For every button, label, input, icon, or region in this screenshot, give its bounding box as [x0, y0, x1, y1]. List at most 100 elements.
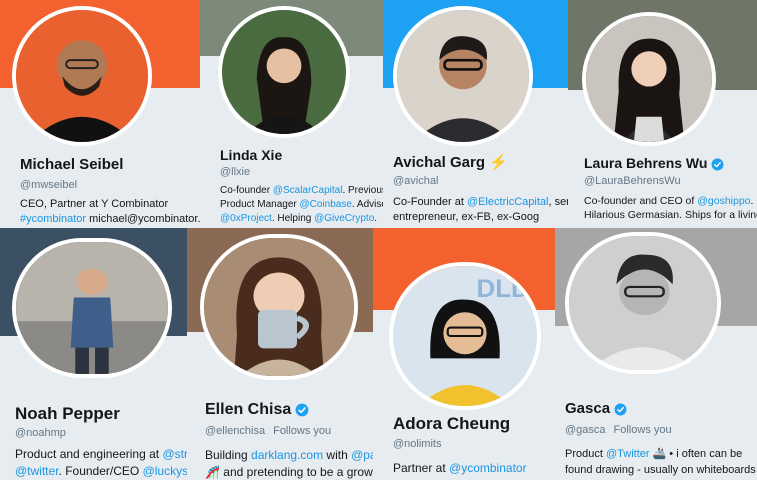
- profile-card-noah[interactable]: Noah Pepper @noahmp Product and engineer…: [0, 228, 187, 480]
- avatar[interactable]: [12, 6, 152, 146]
- bio-line: Product Manager @Coinbase. Advisor: [220, 198, 383, 212]
- profile-name[interactable]: Gasca: [565, 400, 627, 417]
- profile-card-adora[interactable]: DLD Adora Cheung @nolimits Partner at @y…: [373, 228, 555, 480]
- mention-link[interactable]: @stripe: [162, 447, 187, 461]
- profile-handle[interactable]: @llxie: [220, 166, 250, 178]
- handle-text[interactable]: @gasca: [565, 424, 606, 436]
- follows-you-badge: Follows you: [273, 425, 332, 437]
- mention-link[interactable]: @goshippo: [697, 195, 750, 207]
- profile-handle[interactable]: @avichal: [393, 175, 438, 187]
- bio-text: Product Manager: [220, 199, 300, 210]
- handle-text[interactable]: @avichal: [393, 175, 438, 187]
- profile-name[interactable]: Noah Pepper: [15, 404, 120, 424]
- handle-text[interactable]: @llxie: [220, 166, 250, 178]
- bio-line: CEO, Partner at Y Combinator: [20, 198, 169, 210]
- profile-card-michael[interactable]: Michael Seibel @mwseibel CEO, Partner at…: [0, 0, 200, 228]
- bio-text: Product: [565, 448, 606, 460]
- mention-link[interactable]: @ScalarCapital: [273, 185, 343, 196]
- handle-text[interactable]: @LauraBehrensWu: [584, 175, 681, 187]
- mention-link[interactable]: @twitter: [15, 464, 59, 478]
- bio-line: Hilarious Germasian. Ships for a living.: [584, 209, 757, 221]
- profile-handle[interactable]: @ellenchisa Follows you: [205, 425, 331, 437]
- hashtag-link[interactable]: #ycombinator: [20, 213, 86, 225]
- avatar[interactable]: [12, 238, 172, 378]
- bio-text: Partner at: [393, 461, 450, 475]
- avatar[interactable]: [393, 6, 533, 146]
- mention-link[interactable]: @ElectricCapital: [467, 196, 548, 208]
- name-text[interactable]: Gasca: [565, 400, 610, 417]
- profile-name[interactable]: Linda Xie: [220, 147, 282, 163]
- mention-link[interactable]: @luckysort: [143, 464, 187, 478]
- profile-card-ellen[interactable]: Ellen Chisa @ellenchisa Follows you Build…: [187, 228, 373, 480]
- website-link[interactable]: darklang.com: [251, 448, 323, 462]
- verified-badge-icon: [614, 403, 627, 415]
- mention-link[interactable]: @0xProject: [220, 213, 272, 224]
- bio-text: .: [750, 195, 754, 207]
- avatar[interactable]: [582, 12, 716, 146]
- bio-text: . Helping: [271, 213, 315, 224]
- mention-link[interactable]: @Twitter: [606, 448, 650, 460]
- follows-you-badge: Follows you: [613, 424, 672, 436]
- mention-link[interactable]: @paulb: [351, 448, 373, 462]
- profile-bio: Partner at @ycombinator: [393, 460, 527, 477]
- mention-link[interactable]: @Coinbase: [300, 199, 352, 210]
- name-text[interactable]: Avichal Garg: [393, 154, 485, 171]
- bio-text: Co-founder: [220, 185, 273, 196]
- bio-text: with: [323, 448, 352, 462]
- profile-card-laura[interactable]: Laura Behrens Wu @LauraBehrensWu Co-foun…: [568, 0, 757, 228]
- bio-line: Co-founder @ScalarCapital. Previously: [220, 184, 383, 198]
- roller-coaster-icon: 🎢: [205, 465, 220, 479]
- bio-line: entrepreneur, ex-FB, ex-Goog: [393, 211, 540, 223]
- handle-text[interactable]: @noahmp: [15, 427, 66, 439]
- bio-text: and pretending to be a grownup: [223, 465, 373, 479]
- lightning-icon: ⚡: [488, 154, 508, 171]
- profile-name[interactable]: Adora Cheung: [393, 414, 510, 434]
- mention-link[interactable]: @GiveCrypto: [314, 213, 374, 224]
- avatar[interactable]: [200, 234, 358, 380]
- avatar[interactable]: DLD: [389, 262, 541, 410]
- bio-text: . Founder/CEO: [58, 464, 143, 478]
- avatar[interactable]: [565, 232, 721, 374]
- bio-text: . Advisor: [351, 199, 383, 210]
- profile-card-avichal[interactable]: Avichal Garg ⚡ @avichal Co-Founder at @El…: [383, 0, 568, 228]
- bio-line: Product @Twitter 🚢 • i often can be: [565, 446, 756, 462]
- profile-handle[interactable]: @nolimits: [393, 438, 441, 450]
- ship-icon: 🚢: [652, 448, 667, 460]
- bio-text: , serial: [548, 196, 568, 208]
- handle-text[interactable]: @nolimits: [393, 438, 441, 450]
- bio-line: #ycombinator michael@ycombinator.com: [20, 212, 200, 227]
- profile-handle[interactable]: @noahmp: [15, 427, 66, 439]
- verified-badge-icon: [711, 158, 724, 171]
- profile-name[interactable]: Michael Seibel: [20, 156, 123, 173]
- bio-line: Building darklang.com with @paulb: [205, 447, 373, 464]
- profile-bio: Co-founder @ScalarCapital. Previously Pr…: [220, 184, 383, 226]
- bio-text: Co-Founder at: [393, 196, 467, 208]
- profile-card-gasca[interactable]: Gasca @gasca Follows you Product @Twitter…: [555, 228, 757, 480]
- handle-text[interactable]: @ellenchisa: [205, 425, 265, 437]
- bio-line: Product and engineering at @stripe.: [15, 446, 187, 463]
- bio-text: Co-founder and CEO of: [584, 195, 698, 207]
- profile-handle[interactable]: @mwseibel: [20, 179, 77, 191]
- handle-text[interactable]: @mwseibel: [20, 179, 77, 191]
- avatar[interactable]: [218, 6, 350, 138]
- bio-text: michael@ycombinator.com: [89, 213, 200, 225]
- profile-name[interactable]: Avichal Garg ⚡: [393, 153, 508, 171]
- profile-bio: Co-founder and CEO of @goshippo. Hilario…: [584, 194, 757, 222]
- bio-line: found drawing - usually on whiteboards: [565, 464, 756, 476]
- bio-line: @twitter. Founder/CEO @luckysort: [15, 463, 187, 480]
- profile-bio: Building darklang.com with @paulb 🎢 and …: [205, 447, 373, 480]
- bio-line: 🎢 and pretending to be a grownup: [205, 464, 373, 480]
- profile-card-linda[interactable]: Linda Xie @llxie Co-founder @ScalarCapit…: [200, 0, 383, 228]
- profile-bio: Product and engineering at @stripe. @twi…: [15, 446, 187, 480]
- bio-text: . Previously: [342, 185, 383, 196]
- profile-name[interactable]: Laura Behrens Wu: [584, 155, 724, 171]
- profile-name[interactable]: Ellen Chisa: [205, 401, 309, 419]
- bio-text: Product and engineering at: [15, 447, 163, 461]
- profile-bio: CEO, Partner at Y Combinator #ycombinato…: [20, 197, 200, 227]
- profile-handle[interactable]: @gasca Follows you: [565, 424, 672, 436]
- name-text[interactable]: Laura Behrens Wu: [584, 155, 707, 171]
- mention-link[interactable]: @ycombinator: [449, 461, 527, 475]
- verified-badge-icon: [295, 403, 309, 417]
- name-text[interactable]: Ellen Chisa: [205, 401, 291, 418]
- profile-handle[interactable]: @LauraBehrensWu: [584, 175, 681, 187]
